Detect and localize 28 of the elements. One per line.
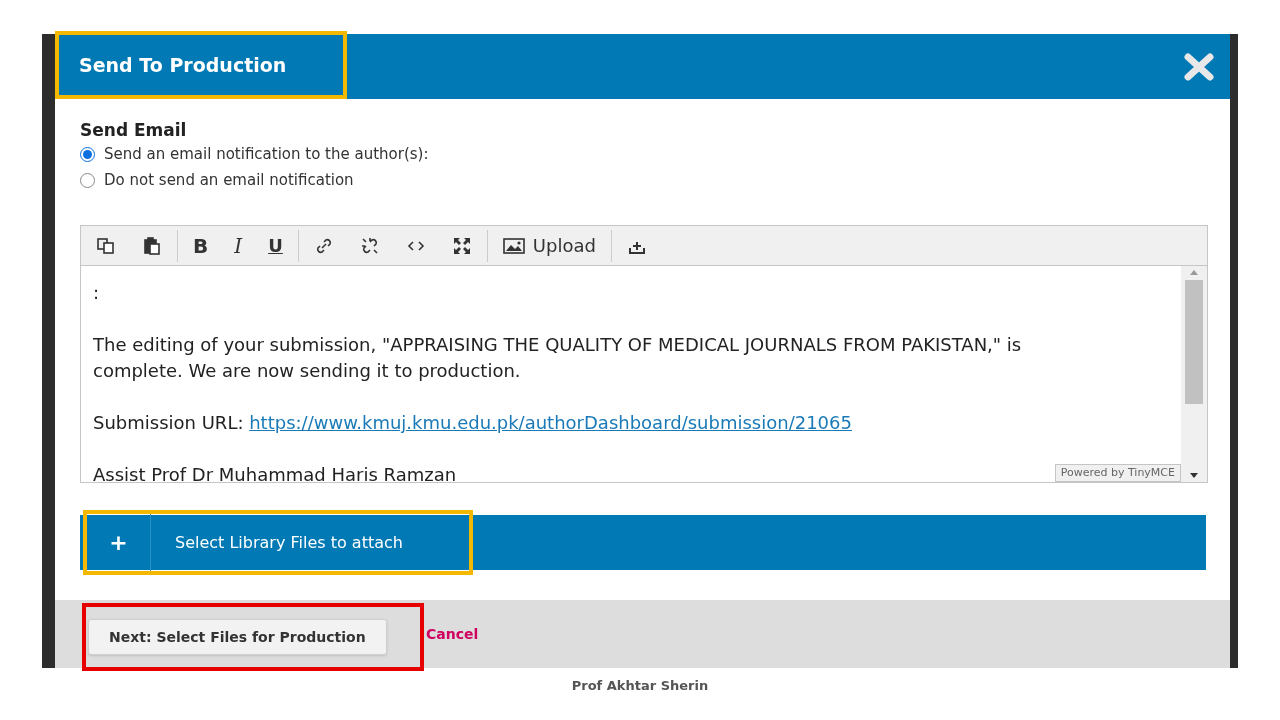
- underline-button[interactable]: U: [255, 225, 296, 266]
- italic-button[interactable]: I: [221, 225, 256, 266]
- radio-button[interactable]: [80, 146, 95, 162]
- paste-icon: [142, 235, 162, 256]
- email-text: Assist Prof Dr Muhammad Haris Ramzan: [93, 463, 457, 482]
- image-icon: [502, 237, 525, 254]
- dialog-title: Send To Production: [79, 52, 287, 78]
- cancel-link[interactable]: Cancel: [426, 623, 479, 645]
- unlink-icon: [359, 235, 380, 256]
- upload-image-button[interactable]: Upload: [489, 225, 609, 266]
- radio-button[interactable]: [80, 172, 95, 188]
- email-text: The editing of your submission, "APPRAISING THE QUALITY OF MEDICAL JOURNALS FROM PAKISTAN," is complete. We are now sending it to production.: [93, 333, 1023, 383]
- radio-label: Do not send an email notification: [104, 169, 354, 191]
- copy-icon: [96, 235, 116, 256]
- section-heading: Send Email: [80, 119, 188, 141]
- fullscreen-icon: [451, 235, 472, 256]
- branding-label: Powered by TinyMCE: [1054, 464, 1181, 482]
- slide-caption: Prof Akhtar Sherin: [571, 677, 709, 695]
- radio-label: Send an email notification to the author(s):: [104, 143, 429, 165]
- email-text: Submission URL: https://www.kmuj.kmu.edu.pk/authorDashboard/submission/21065: [93, 411, 852, 435]
- scrollbar-thumb[interactable]: [1185, 280, 1203, 404]
- submission-link[interactable]: https://www.kmuj.kmu.edu.pk/authorDashboard/submission/21065: [249, 412, 852, 433]
- bold-button[interactable]: B: [180, 225, 222, 266]
- select-library-files-button[interactable]: Select Library Files to attach: [151, 514, 469, 571]
- email-text: :: [93, 281, 100, 305]
- next-button[interactable]: Next: Select Files for Production: [88, 619, 387, 655]
- close-icon: [1183, 52, 1215, 81]
- add-button[interactable]: +: [87, 514, 151, 571]
